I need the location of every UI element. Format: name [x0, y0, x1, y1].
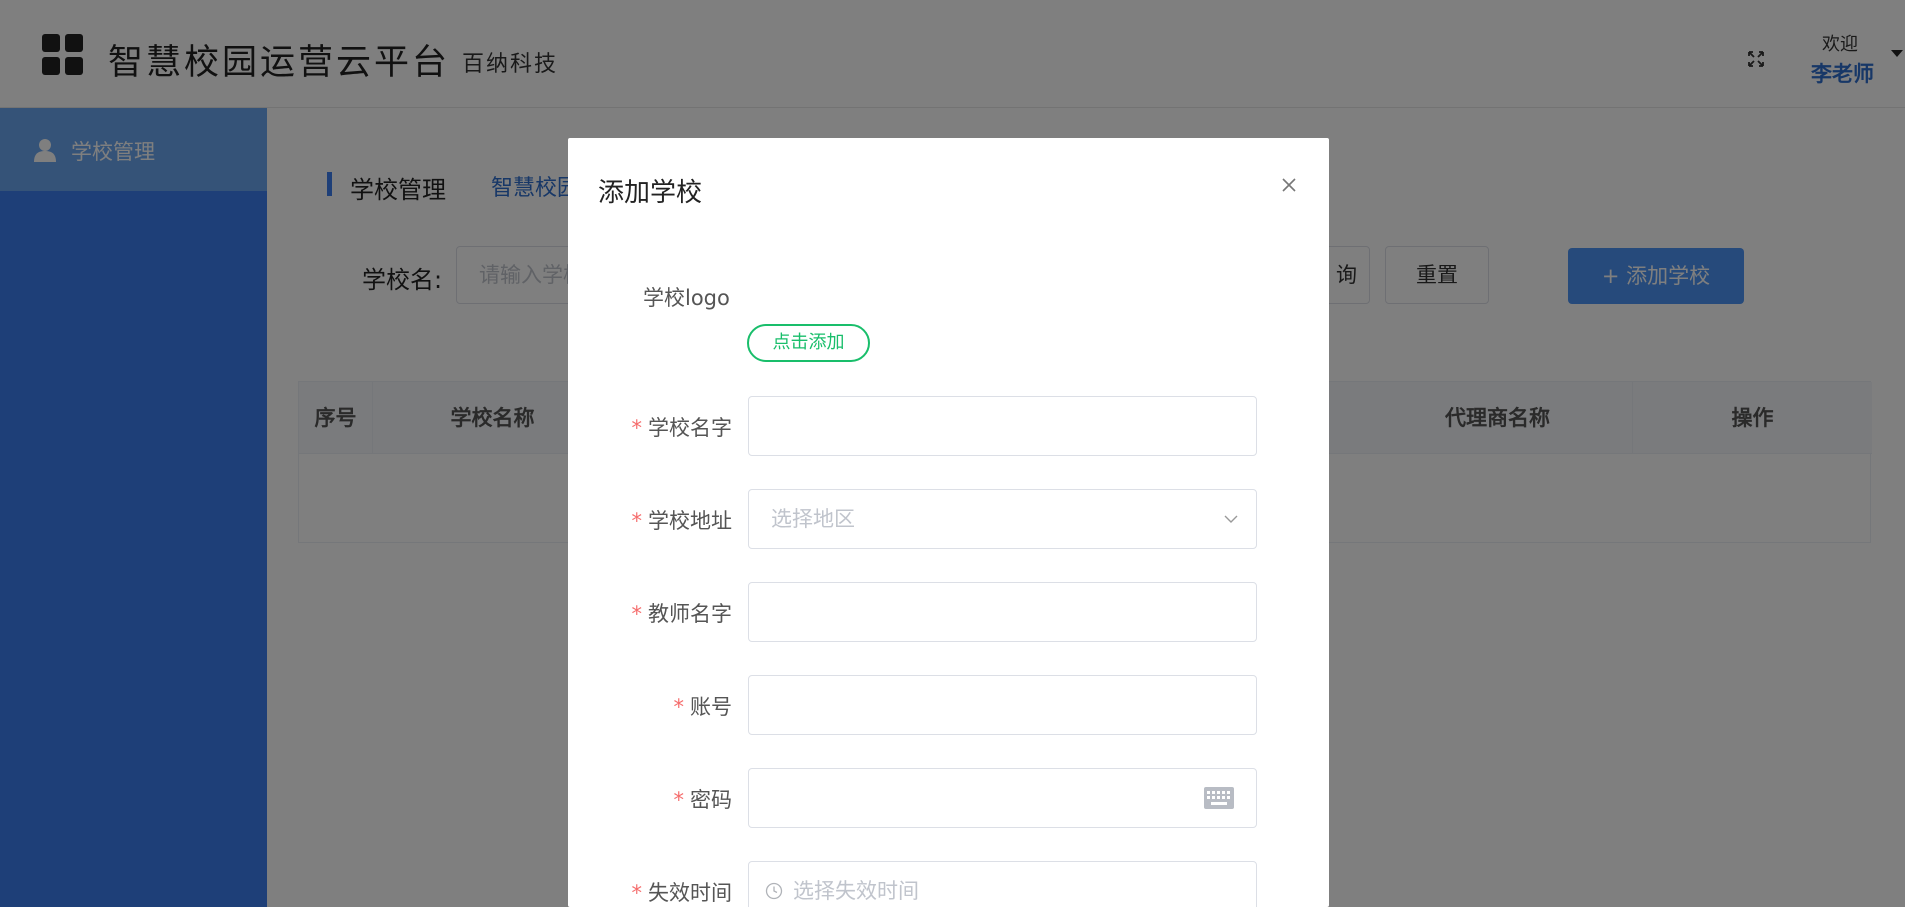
required-mark: * [673, 788, 685, 812]
field-label-text: 学校地址 [648, 509, 732, 533]
add-school-dialog: 添加学校 学校logo 点击添加 * 学校名字 * 学校地址 选择地区 * 教师名字 … [568, 138, 1329, 907]
school-name-label: * 学校名字 [628, 412, 733, 442]
password-label: * 密码 [628, 784, 733, 814]
required-mark: * [631, 602, 643, 626]
expiry-time-label: * 失效时间 [628, 877, 733, 907]
region-select-placeholder: 选择地区 [771, 507, 855, 531]
school-address-label: * 学校地址 [628, 505, 733, 535]
upload-logo-button[interactable]: 点击添加 [747, 324, 870, 362]
school-logo-label: 学校logo [643, 286, 730, 310]
account-input[interactable] [748, 675, 1257, 735]
dialog-title: 添加学校 [598, 178, 703, 208]
region-select[interactable]: 选择地区 [748, 489, 1257, 549]
chevron-down-icon [1224, 515, 1238, 523]
required-mark: * [631, 509, 643, 533]
school-name-input[interactable] [748, 396, 1257, 456]
field-label-text: 密码 [690, 788, 732, 812]
account-label: * 账号 [628, 691, 733, 721]
field-label-text: 教师名字 [648, 602, 732, 626]
password-input[interactable] [748, 768, 1257, 828]
close-icon[interactable] [1278, 174, 1300, 196]
keyboard-icon[interactable] [1204, 787, 1234, 809]
expiry-time-placeholder: 选择失效时间 [793, 879, 919, 903]
required-mark: * [631, 416, 643, 440]
field-label-text: 学校名字 [648, 416, 732, 440]
teacher-name-label: * 教师名字 [628, 598, 733, 628]
field-label-text: 账号 [690, 695, 732, 719]
required-mark: * [631, 881, 643, 905]
field-label-text: 失效时间 [648, 881, 732, 905]
clock-icon [765, 882, 783, 900]
expiry-time-picker[interactable]: 选择失效时间 [748, 861, 1257, 907]
teacher-name-input[interactable] [748, 582, 1257, 642]
required-mark: * [673, 695, 685, 719]
